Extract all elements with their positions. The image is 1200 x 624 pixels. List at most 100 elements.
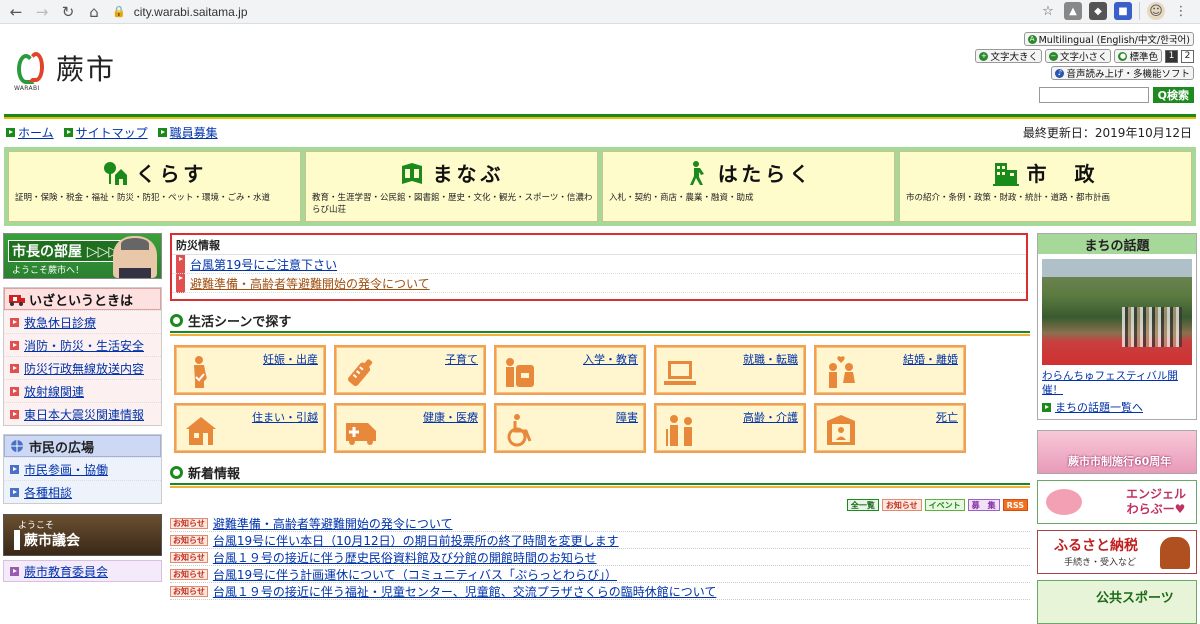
mayor-photo [113, 236, 157, 278]
life-scene-heading: 生活シーンで探す [170, 309, 1030, 336]
voice-software-button[interactable]: ♪ 音声読み上げ・多機能ソフト [1051, 66, 1194, 80]
reload-icon[interactable]: ↻ [56, 1, 80, 23]
nav-description: 入札・契約・商店・農業・融資・助成 [609, 193, 754, 203]
emergency-item[interactable]: 消防・防災・生活安全 [4, 333, 161, 356]
minus-icon: − [1048, 51, 1058, 61]
globe-icon [11, 440, 23, 452]
scene-death[interactable]: 死亡 [813, 402, 967, 454]
news-item[interactable]: お知らせ 台風19号に伴う計画運休について（コミュニティバス「ぷらっとわらび」） [170, 566, 1030, 583]
tag-event[interactable]: イベント [924, 499, 965, 511]
arrow-icon [176, 254, 185, 274]
topic-caption[interactable]: わらんちゅフェスティバル開催！ [1038, 367, 1196, 399]
global-links: ホーム サイトマップ 職員募集 [6, 124, 218, 141]
tag-rss[interactable]: RSS [1002, 499, 1028, 511]
tag-notice[interactable]: お知らせ [881, 499, 922, 511]
scene-job[interactable]: 就職・転職 [653, 344, 807, 396]
news-item[interactable]: お知らせ 避難準備・高齢者等避難開始の発令について [170, 515, 1030, 532]
address-bar[interactable]: 🔒 city.warabi.saitama.jp [112, 2, 1107, 22]
baby-bottle-icon [347, 359, 373, 387]
scene-housing[interactable]: 住まい・引越 [173, 402, 327, 454]
separator [1139, 2, 1140, 20]
search-input[interactable] [1038, 87, 1149, 103]
emergency-box: いざというときは 救急休日診療 消防・防災・生活安全 防災行政無線放送内容 放射… [3, 287, 162, 426]
town-topics-title: まちの話題 [1038, 234, 1196, 254]
arrow-icon [10, 566, 19, 576]
color-scheme-1[interactable]: 1 [1165, 49, 1178, 63]
mayor-subtitle: ようこそ蕨市へ！ [12, 266, 85, 276]
profile-avatar[interactable]: ☺ [1147, 2, 1165, 20]
last-updated: 最終更新日：2019年10月12日 [1022, 126, 1192, 140]
scene-disability[interactable]: 障害 [493, 402, 647, 454]
notice-badge: お知らせ [170, 517, 208, 529]
link-home[interactable]: ホーム [6, 124, 54, 141]
link-recruit[interactable]: 職員募集 [157, 124, 218, 141]
hometown-tax-banner[interactable]: ふるさと納税 手続き・受入など [1037, 530, 1197, 574]
extension-icon[interactable]: ■ [1114, 2, 1132, 20]
star-icon[interactable]: ☆ [1039, 2, 1057, 20]
nav-hataraku[interactable]: はたらく 入札・契約・商店・農業・融資・助成 [602, 151, 895, 222]
plaza-item[interactable]: 各種相談 [4, 480, 161, 503]
main-navigation: くらす 証明・保険・税金・福祉・防災・防犯・ペット・環境・ごみ・水道 まなぶ 教… [4, 147, 1196, 226]
council-title: 蕨市議会 [14, 530, 80, 550]
scene-school[interactable]: 入学・教育 [493, 344, 647, 396]
tag-recruit[interactable]: 募 集 [967, 499, 1000, 511]
emergency-item[interactable]: 東日本大震災関連情報 [4, 402, 161, 425]
color-scheme-2[interactable]: 2 [1181, 49, 1194, 63]
disaster-info-title: 防災情報 [172, 235, 1026, 255]
search-button[interactable]: Q検索 [1152, 87, 1194, 103]
news-item[interactable]: お知らせ 台風１９号の接近に伴う歴史民俗資料館及び分館の開館時間のお知らせ [170, 549, 1030, 566]
nav-shisei[interactable]: 市 政 市の紹介・条例・政策・財政・統計・道路・都市計画 [899, 151, 1192, 222]
book-icon [401, 162, 422, 184]
main-content: 防災情報 台風第19号にご注意下さい 避難準備・高齢者等避難開始の発令について … [170, 233, 1030, 600]
emergency-item[interactable]: 防災行政無線放送内容 [4, 356, 161, 379]
mascot-icon [1160, 537, 1190, 569]
site-logo[interactable]: WARABI 蕨市 [14, 48, 116, 92]
news-item[interactable]: お知らせ 台風１９号の接近に伴う福祉・児童センター、児童館、交流プラザさくらの臨時… [170, 583, 1030, 600]
nav-description: 市の紹介・条例・政策・財政・統計・道路・都市計画 [906, 193, 1111, 203]
pregnancy-icon [194, 356, 207, 388]
scene-pregnancy[interactable]: 妊娠・出産 [173, 344, 327, 396]
mayor-title: 市長の部屋 ▷▷▷ [8, 240, 124, 262]
council-banner[interactable]: ようこそ 蕨市議会 [3, 514, 162, 556]
menu-icon[interactable]: ⋮ [1172, 2, 1190, 20]
link-sitemap[interactable]: サイトマップ [63, 124, 148, 141]
scene-elderly[interactable]: 高齢・介護 [653, 402, 807, 454]
emergency-item[interactable]: 放射線関連 [4, 379, 161, 402]
extension-icon[interactable]: ◆ [1089, 2, 1107, 20]
site-header: WARABI 蕨市 A Multilingual (English/中文/한국어)… [0, 24, 1200, 114]
font-large-button[interactable]: + 文字大きく [975, 49, 1042, 63]
back-icon[interactable]: ← [4, 1, 28, 23]
emergency-item[interactable]: 救急休日診療 [4, 310, 161, 333]
home-icon[interactable]: ⌂ [82, 1, 106, 23]
news-item[interactable]: お知らせ 台風19号に伴い本日（10月12日）の期日前投票所の終了時間を変更します [170, 532, 1030, 549]
angel-warabu-banner[interactable]: エンジェル わらぶー♥ [1037, 480, 1197, 524]
warabi-logo-icon: WARABI [14, 48, 50, 92]
disaster-item[interactable]: 避難準備・高齢者等避難開始の発令について [172, 273, 1026, 293]
disaster-item[interactable]: 台風第19号にご注意下さい [172, 254, 1026, 274]
plaza-item[interactable]: 市民参画・協働 [4, 457, 161, 480]
extension-icon[interactable]: ▲ [1064, 2, 1082, 20]
education-board-link[interactable]: 蕨市教育委員会 [3, 560, 162, 582]
scene-childcare[interactable]: 子育て [333, 344, 487, 396]
anniversary-banner[interactable]: 蕨市市制施行60周年 [1037, 430, 1197, 474]
town-topics-box: まちの話題 わらんちゅフェスティバル開催！ まちの話題一覧へ [1037, 233, 1197, 420]
nav-manabu[interactable]: まなぶ 教育・生涯学習・公民館・図書館・歴史・文化・観光・スポーツ・信濃わらび山… [305, 151, 598, 222]
arrow-icon [10, 409, 19, 419]
multilingual-button[interactable]: A Multilingual (English/中文/한국어) [1023, 32, 1194, 46]
mayor-room-banner[interactable]: 市長の部屋 ▷▷▷ ようこそ蕨市へ！ [3, 233, 162, 279]
standard-color-button[interactable]: ● 標準色 [1114, 49, 1162, 63]
arrow-icon [6, 128, 15, 137]
scene-health[interactable]: 健康・医療 [333, 402, 487, 454]
scene-marriage[interactable]: 結婚・離婚 [813, 344, 967, 396]
disaster-info-box: 防災情報 台風第19号にご注意下さい 避難準備・高齢者等避難開始の発令について [170, 233, 1028, 301]
topic-list-link[interactable]: まちの話題一覧へ [1038, 399, 1196, 419]
forward-icon[interactable]: → [30, 1, 54, 23]
font-small-button[interactable]: − 文字小さく [1044, 49, 1112, 63]
public-sports-banner[interactable]: 公共スポーツ [1037, 580, 1197, 624]
tag-all[interactable]: 全一覧 [846, 499, 879, 511]
globe-icon: A [1027, 34, 1037, 44]
festival-photo[interactable] [1042, 259, 1192, 365]
arrow-icon [10, 464, 19, 474]
nav-kurasu[interactable]: くらす 証明・保険・税金・福祉・防災・防犯・ペット・環境・ごみ・水道 [8, 151, 301, 222]
tree-house-icon [103, 161, 127, 185]
